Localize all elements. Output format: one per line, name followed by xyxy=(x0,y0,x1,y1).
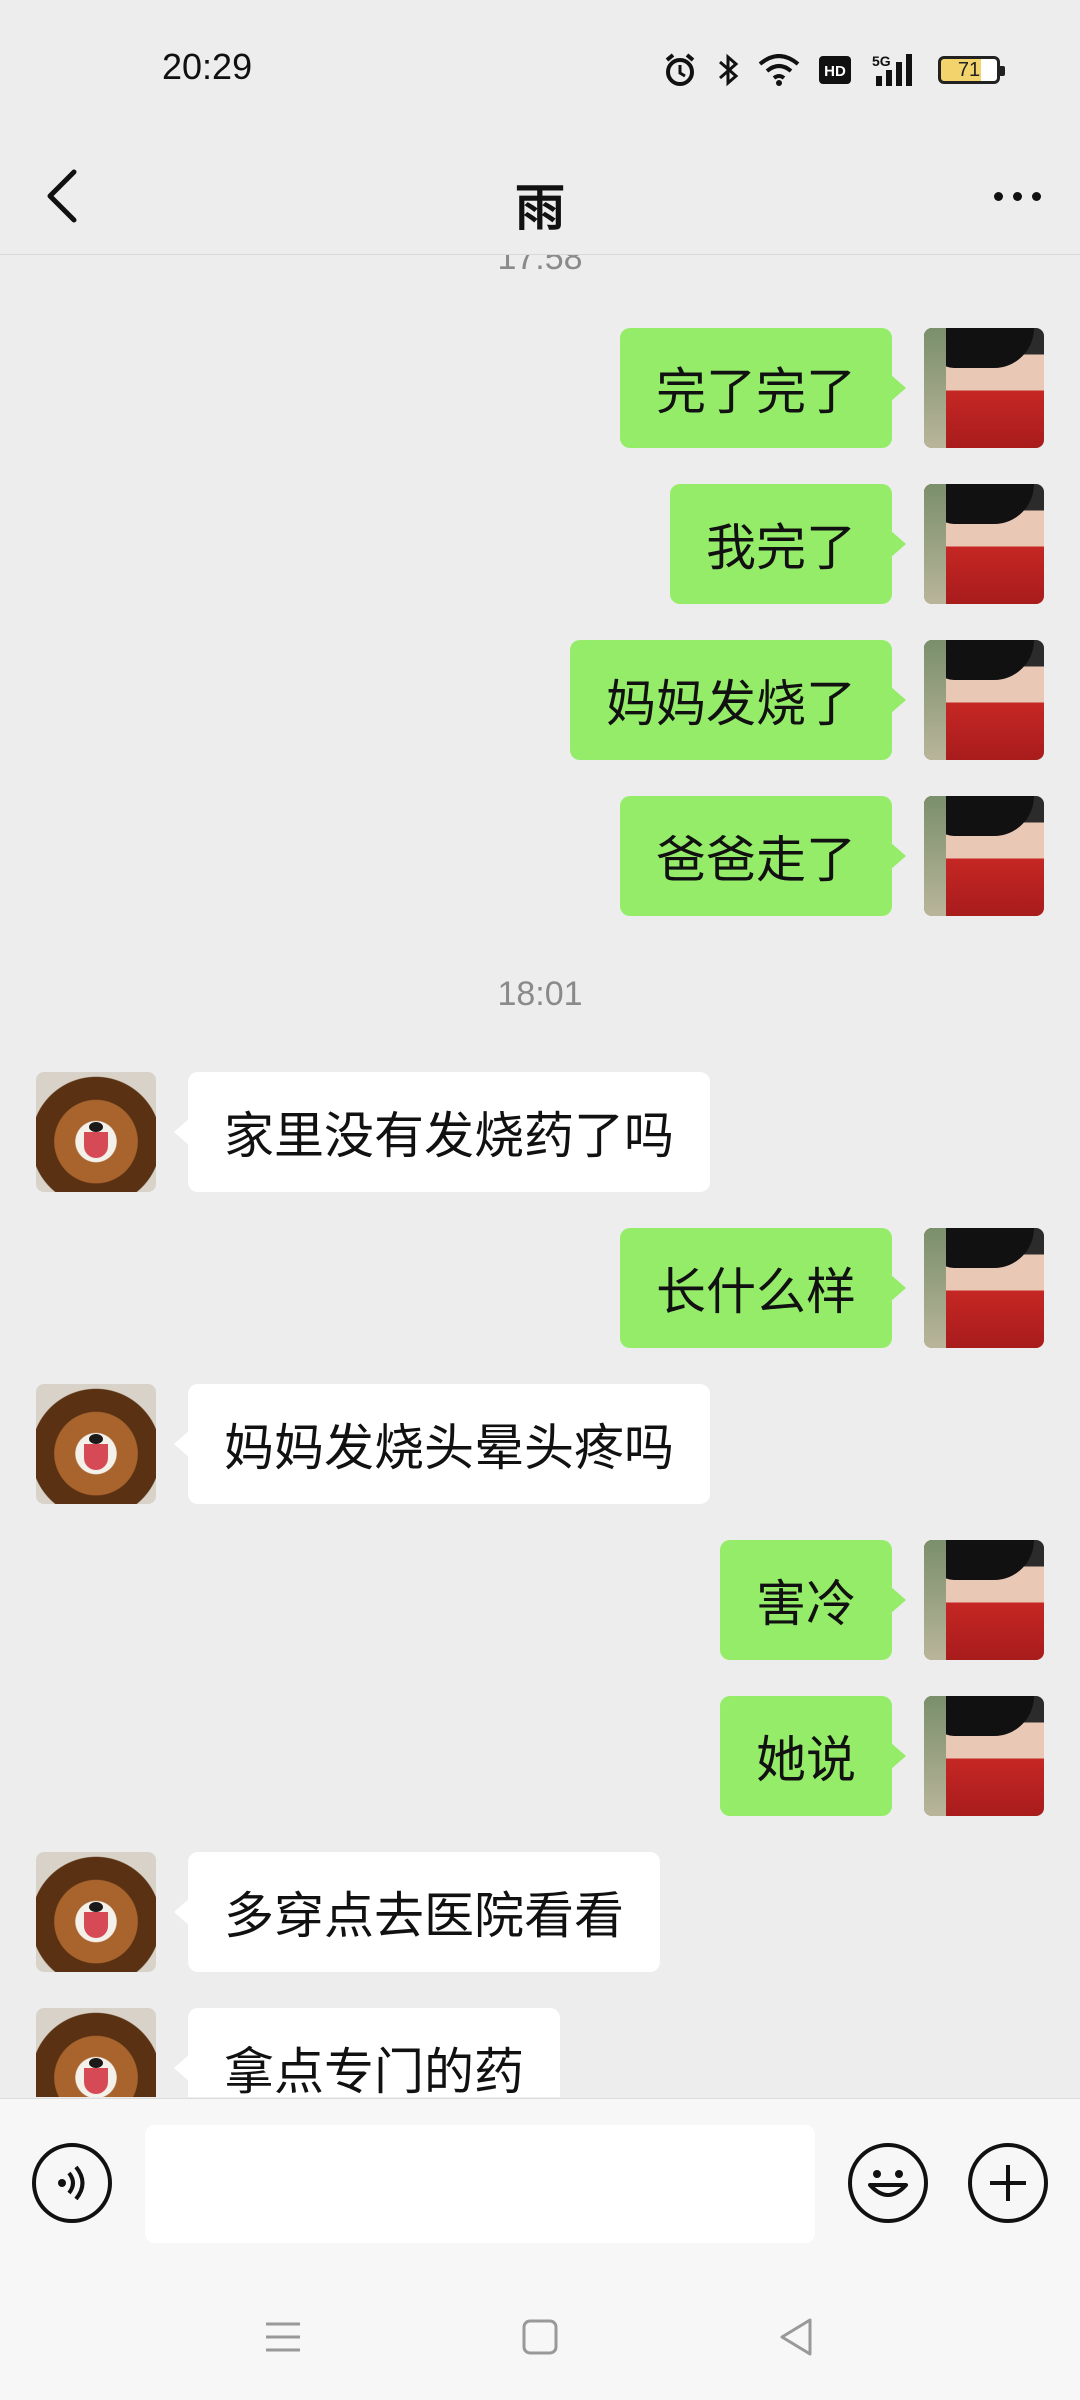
message-bubble-outgoing[interactable]: 爸爸走了 xyxy=(620,796,906,916)
message-bubble-outgoing[interactable]: 完了完了 xyxy=(620,328,906,448)
message-bubble-incoming[interactable]: 多穿点去医院看看 xyxy=(174,1852,660,1972)
voice-icon xyxy=(58,2165,85,2201)
more-options-button[interactable] xyxy=(982,166,1052,226)
message-bubble-outgoing[interactable]: 长什么样 xyxy=(620,1228,906,1348)
my-avatar[interactable] xyxy=(924,1696,1044,1816)
message-bubble-incoming[interactable]: 家里没有发烧药了吗 xyxy=(174,1072,710,1192)
timestamp: 18:01 xyxy=(497,975,583,1013)
back-triangle-icon xyxy=(780,2318,812,2356)
message-list[interactable]: 17:58 完了完了 我完了 妈妈发烧了 爸爸走了 18:01 家里没有发烧药了… xyxy=(0,255,1080,2097)
more-dots-icon xyxy=(993,191,1003,201)
contact-avatar[interactable] xyxy=(36,2008,156,2097)
timestamp-partial: 17:58 xyxy=(497,255,583,277)
message-bubble-outgoing[interactable]: 我完了 xyxy=(670,484,906,604)
wifi-icon xyxy=(758,54,800,86)
message-bubble-outgoing[interactable]: 妈妈发烧了 xyxy=(570,640,906,760)
contact-avatar[interactable] xyxy=(36,1852,156,1972)
message-bubble-outgoing[interactable]: 害冷 xyxy=(720,1540,906,1660)
emoji-icon xyxy=(868,2170,908,2197)
hd-icon: HD xyxy=(818,55,852,85)
bluetooth-icon xyxy=(716,52,740,88)
status-time: 20:29 xyxy=(162,46,253,87)
message-bubble-incoming[interactable]: 拿点专门的药 xyxy=(174,2008,560,2097)
battery-icon: 71 xyxy=(938,56,1005,84)
my-avatar[interactable] xyxy=(924,484,1044,604)
input-bar xyxy=(0,2098,1080,2269)
system-navigation-bar xyxy=(0,2268,1080,2400)
my-avatar[interactable] xyxy=(924,796,1044,916)
home-button[interactable] xyxy=(515,2312,565,2362)
message-input[interactable] xyxy=(145,2125,815,2243)
home-icon xyxy=(522,2319,558,2355)
hd-icon-label: HD xyxy=(824,63,846,80)
system-back-button[interactable] xyxy=(772,2312,822,2362)
contact-avatar[interactable] xyxy=(36,1384,156,1504)
message-bubble-incoming[interactable]: 妈妈发烧头晕头疼吗 xyxy=(174,1384,710,1504)
contact-avatar[interactable] xyxy=(36,1072,156,1192)
chat-header: 雨 xyxy=(0,140,1080,255)
network-label: 5G xyxy=(872,53,891,69)
menu-icon xyxy=(266,2322,300,2352)
my-avatar[interactable] xyxy=(924,328,1044,448)
status-bar: 20:29 HD 5G 71 xyxy=(0,0,1080,140)
my-avatar[interactable] xyxy=(924,1540,1044,1660)
chat-title: 雨 xyxy=(515,179,565,237)
emoji-button[interactable] xyxy=(848,2143,928,2223)
my-avatar[interactable] xyxy=(924,1228,1044,1348)
voice-button[interactable] xyxy=(32,2143,112,2223)
plus-icon xyxy=(990,2165,1026,2201)
alarm-icon xyxy=(662,52,698,88)
status-icons: HD 5G 71 xyxy=(662,48,1005,92)
menu-button[interactable] xyxy=(258,2312,308,2362)
more-functions-button[interactable] xyxy=(968,2143,1048,2223)
5g-signal-icon: 5G xyxy=(870,52,920,88)
battery-level: 71 xyxy=(957,58,981,81)
my-avatar[interactable] xyxy=(924,640,1044,760)
message-bubble-outgoing[interactable]: 她说 xyxy=(720,1696,906,1816)
